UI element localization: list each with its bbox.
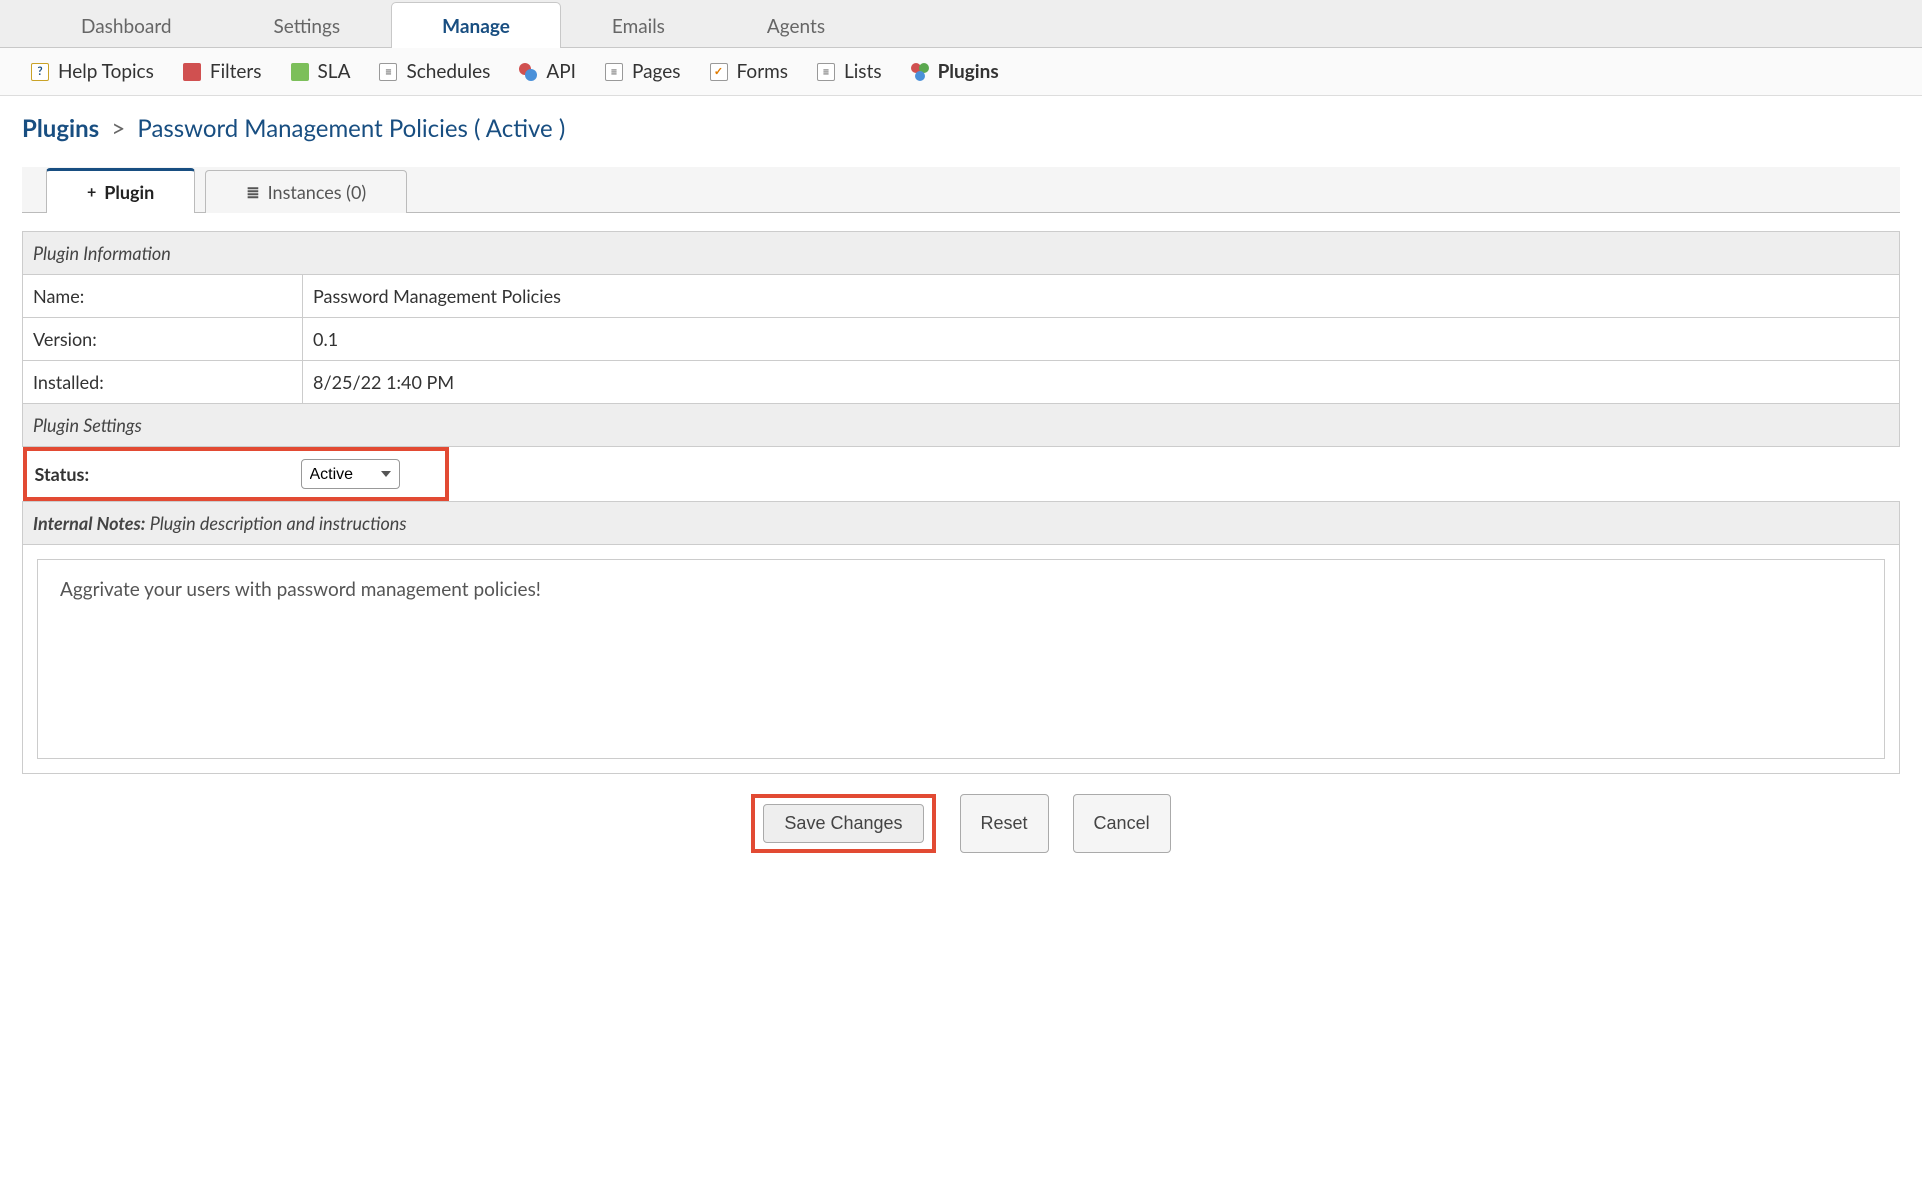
breadcrumb-root[interactable]: Plugins xyxy=(22,114,99,143)
help-topics-icon xyxy=(30,62,50,82)
internal-notes-box[interactable]: Aggrivate your users with password manag… xyxy=(37,559,1885,759)
tab-settings[interactable]: Settings xyxy=(223,2,392,48)
inner-tab-plugin[interactable]: + Plugin xyxy=(46,168,195,213)
breadcrumb: Plugins > Password Management Policies (… xyxy=(22,114,1900,143)
status-select[interactable]: ActiveDisabled xyxy=(301,459,400,489)
save-button-highlight: Save Changes xyxy=(751,794,935,853)
breadcrumb-leaf: Password Management Policies ( Active ) xyxy=(137,114,565,143)
reset-button[interactable]: Reset xyxy=(960,794,1049,853)
subnav-sla[interactable]: SLA xyxy=(290,58,351,85)
pages-icon xyxy=(604,62,624,82)
subnav-label: Plugins xyxy=(938,60,999,83)
lists-icon xyxy=(816,62,836,82)
subnav-api[interactable]: API xyxy=(518,58,576,85)
inner-tab-instances[interactable]: ≣ Instances (0) xyxy=(205,170,407,213)
notes-header-strong: Internal Notes: xyxy=(33,512,145,534)
tab-emails[interactable]: Emails xyxy=(561,2,716,48)
subnav-forms[interactable]: Forms xyxy=(709,58,788,85)
notes-header-rest: Plugin description and instructions xyxy=(145,512,406,534)
status-label: Status: xyxy=(33,463,301,485)
form-actions: Save Changes Reset Cancel xyxy=(22,794,1900,853)
tab-manage[interactable]: Manage xyxy=(391,2,561,48)
tab-dashboard[interactable]: Dashboard xyxy=(30,2,223,48)
name-label: Name: xyxy=(23,275,303,318)
inner-tabbar: + Plugin ≣ Instances (0) xyxy=(22,167,1900,213)
installed-label: Installed: xyxy=(23,361,303,404)
sub-nav: Help Topics Filters SLA Schedules API Pa… xyxy=(0,48,1922,96)
subnav-label: Lists xyxy=(844,60,882,83)
status-row-highlight: Status: ActiveDisabled xyxy=(23,447,449,501)
subnav-filters[interactable]: Filters xyxy=(182,58,262,85)
plus-icon: + xyxy=(87,183,96,202)
subnav-label: Filters xyxy=(210,60,262,83)
subnav-schedules[interactable]: Schedules xyxy=(378,58,490,85)
cancel-button[interactable]: Cancel xyxy=(1073,794,1171,853)
top-nav: Dashboard Settings Manage Emails Agents xyxy=(0,0,1922,48)
page-content: Plugins > Password Management Policies (… xyxy=(0,96,1922,871)
section-plugin-settings: Plugin Settings xyxy=(23,404,1900,447)
subnav-label: API xyxy=(546,60,576,83)
inner-tab-label: Instances (0) xyxy=(268,181,367,203)
save-button[interactable]: Save Changes xyxy=(763,804,923,843)
inner-tab-label: Plugin xyxy=(104,181,154,203)
section-internal-notes: Internal Notes: Plugin description and i… xyxy=(23,502,1900,545)
forms-icon xyxy=(709,62,729,82)
plugin-form: Plugin Information Name: Password Manage… xyxy=(22,231,1900,774)
subnav-label: Pages xyxy=(632,60,681,83)
schedules-icon xyxy=(378,62,398,82)
subnav-help-topics[interactable]: Help Topics xyxy=(30,58,154,85)
plugins-icon xyxy=(910,62,930,82)
version-value: 0.1 xyxy=(303,318,1900,361)
subnav-plugins[interactable]: Plugins xyxy=(910,58,999,85)
subnav-label: Forms xyxy=(737,60,788,83)
section-plugin-info: Plugin Information xyxy=(23,232,1900,275)
subnav-label: SLA xyxy=(318,60,351,83)
sla-icon xyxy=(290,62,310,82)
breadcrumb-separator: > xyxy=(111,114,125,143)
list-icon: ≣ xyxy=(246,183,259,202)
version-label: Version: xyxy=(23,318,303,361)
api-icon xyxy=(518,62,538,82)
subnav-lists[interactable]: Lists xyxy=(816,58,882,85)
filters-icon xyxy=(182,62,202,82)
subnav-label: Schedules xyxy=(406,60,490,83)
subnav-label: Help Topics xyxy=(58,60,154,83)
subnav-pages[interactable]: Pages xyxy=(604,58,681,85)
installed-value: 8/25/22 1:40 PM xyxy=(303,361,1900,404)
tab-agents[interactable]: Agents xyxy=(716,2,876,48)
name-value: Password Management Policies xyxy=(303,275,1900,318)
